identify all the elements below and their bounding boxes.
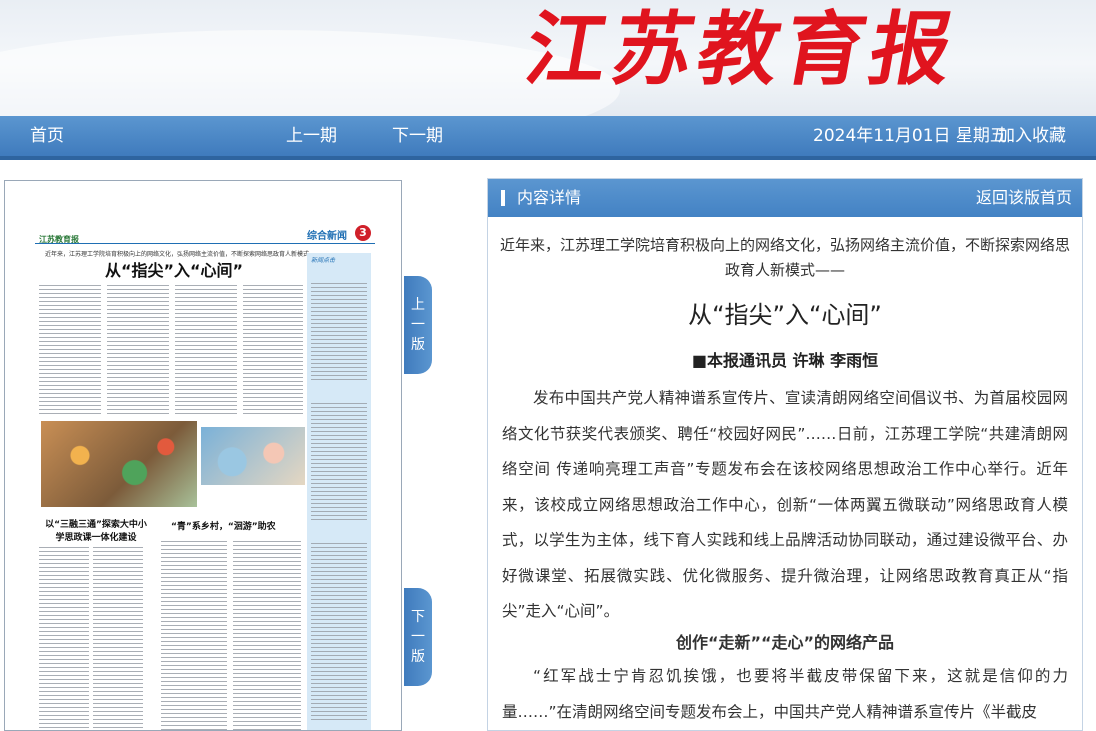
back-to-page-link[interactable]: 返回该版首页 — [976, 179, 1072, 217]
preview-photo[interactable] — [201, 427, 305, 485]
logo-char: 教 — [690, 2, 788, 96]
nav-bar: 首页 上一期 下一期 2024年11月01日 星期五 加入收藏 — [0, 116, 1096, 160]
prev-issue-link[interactable]: 上一期 — [286, 116, 337, 156]
article-byline: ■本报通讯员 许琳 李雨恒 — [691, 351, 879, 370]
preview-text-block[interactable] — [243, 285, 303, 415]
article-paragraph: “红军战士宁肯忍饥挨饿，也要将半截皮带保留下来，这就是信仰的力量……”在清朗网络… — [502, 667, 1068, 721]
tab-char: 上 — [411, 297, 425, 313]
header-marker — [501, 190, 505, 206]
logo-char: 苏 — [604, 2, 702, 96]
next-issue-link[interactable]: 下一期 — [392, 116, 443, 156]
home-link[interactable]: 首页 — [30, 116, 64, 156]
tab-char: 下 — [411, 609, 425, 625]
preview-rule — [35, 243, 375, 244]
article-title: 从“指尖”入“心间” — [688, 301, 882, 329]
article-lead: 近年来，江苏理工学院培育积极向上的网络文化，弘扬网络主流价值，不断探索网络思政育… — [499, 236, 1070, 279]
preview-text-block[interactable] — [107, 285, 169, 415]
panel-label: 内容详情 — [517, 188, 582, 207]
tab-char: 一 — [411, 629, 425, 645]
preview-sidebar[interactable]: 新闻点击 — [307, 253, 371, 730]
newspaper-logo[interactable]: 江 苏 教 育 报 — [519, 2, 960, 96]
nav-underline — [0, 156, 1096, 160]
preview-text-block[interactable] — [175, 285, 237, 415]
preview-photo[interactable] — [41, 421, 197, 507]
preview-side-title: 新闻点击 — [311, 257, 336, 264]
preview-headline[interactable]: 从“指尖”入“心间” — [105, 257, 243, 281]
issue-date: 2024年11月01日 星期五 — [813, 126, 1007, 146]
preview-text-block — [311, 543, 367, 723]
page-preview[interactable]: 江苏教育报 综合新闻 3 近年来，江苏理工学院培育积极向上的网络文化，弘扬网络主… — [4, 180, 402, 731]
tab-char: 版 — [411, 649, 425, 665]
next-page-tab[interactable]: 下 一 版 — [404, 588, 432, 686]
preview-page-number: 3 — [355, 225, 371, 241]
article-panel-header: 内容详情 返回该版首页 — [488, 179, 1082, 217]
preview-text-block — [311, 403, 367, 523]
logo-char: 报 — [862, 2, 960, 96]
tab-char: 一 — [411, 317, 425, 333]
logo-char: 育 — [776, 2, 874, 96]
tab-char: 版 — [411, 337, 425, 353]
preview-text-block — [311, 283, 367, 383]
article-paragraph: 发布中国共产党人精神谱系宣传片、宣读清朗网络空间倡议书、为首届校园网络文化节获奖… — [502, 389, 1068, 620]
article-panel: 内容详情 返回该版首页 近年来，江苏理工学院培育积极向上的网络文化，弘扬网络主流… — [487, 178, 1083, 731]
prev-page-tab[interactable]: 上 一 版 — [404, 276, 432, 374]
preview-story-title[interactable]: “青”系乡村，“洄游”助农 — [171, 519, 276, 532]
preview-text-block[interactable] — [39, 547, 89, 730]
add-favorite-link[interactable]: 加入收藏 — [998, 116, 1066, 156]
preview-text-block[interactable] — [233, 541, 301, 730]
masthead: 江 苏 教 育 报 — [0, 0, 1096, 116]
preview-section: 综合新闻 — [307, 231, 347, 242]
preview-text-block[interactable] — [39, 285, 101, 415]
article-subhead: 创作“走新”“走心”的网络产品 — [675, 633, 895, 652]
preview-text-block[interactable] — [93, 547, 143, 730]
preview-text-block[interactable] — [161, 541, 227, 730]
logo-char: 江 — [518, 2, 616, 96]
preview-story-title[interactable]: 以“三融三通”探索大中小学思政课一体化建设 — [41, 517, 151, 543]
